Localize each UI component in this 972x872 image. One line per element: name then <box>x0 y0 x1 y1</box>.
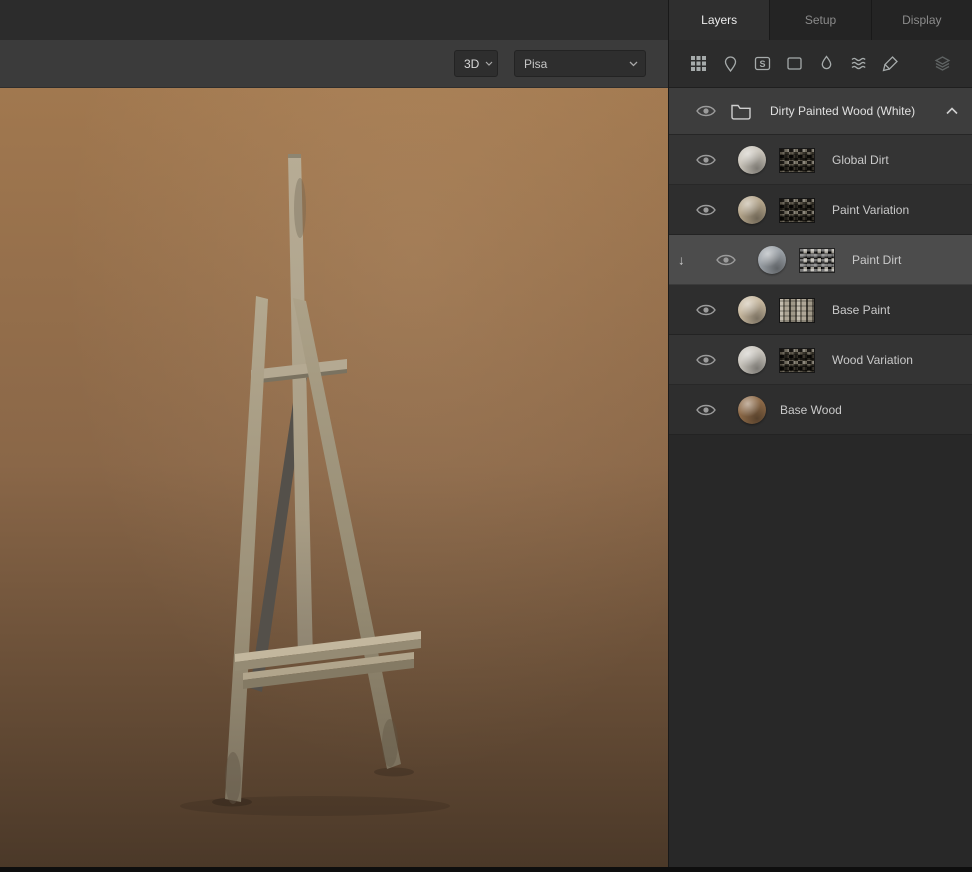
layer-actions-toolbar: S <box>669 40 972 88</box>
mask-thumbnail[interactable] <box>780 199 814 222</box>
material-sphere-thumbnail[interactable] <box>738 146 766 174</box>
layer-row-base-wood[interactable]: ↓ Base Wood <box>669 385 972 435</box>
smart-material-icon[interactable]: S <box>753 54 772 73</box>
layer-list: ↓ Global Dirt ↓ Paint Variation ↓ Paint … <box>669 135 972 435</box>
easel-3d-model <box>0 88 668 872</box>
chevron-up-icon[interactable] <box>946 107 958 115</box>
layer-label: Wood Variation <box>832 353 913 367</box>
eye-icon[interactable] <box>696 403 716 417</box>
mask-thumbnail[interactable] <box>780 299 814 322</box>
viewport-mode-dropdown[interactable]: 3D <box>454 50 498 77</box>
layer-label: Base Wood <box>780 403 842 417</box>
layer-label: Paint Dirt <box>852 253 901 267</box>
solid-layer-icon[interactable] <box>721 54 740 73</box>
tab-layers[interactable]: Layers <box>669 0 769 40</box>
3d-viewport[interactable] <box>0 88 668 872</box>
panel-tabbar: Layers Setup Display <box>669 0 972 40</box>
material-sphere-thumbnail[interactable] <box>738 346 766 374</box>
viewport-toolbar: 3D Pisa <box>0 40 668 88</box>
layer-row-global-dirt[interactable]: ↓ Global Dirt <box>669 135 972 185</box>
environment-dropdown[interactable]: Pisa <box>514 50 646 77</box>
mask-thumbnail[interactable] <box>780 149 814 172</box>
smudge-layer-icon[interactable] <box>849 54 868 73</box>
eye-icon[interactable] <box>716 253 736 267</box>
chevron-down-icon <box>485 61 493 66</box>
material-sphere-thumbnail[interactable] <box>738 296 766 324</box>
folder-icon <box>730 102 752 120</box>
layer-label: Base Paint <box>832 303 890 317</box>
eye-icon[interactable] <box>696 104 716 118</box>
liquid-layer-icon[interactable] <box>817 54 836 73</box>
paint-layer-icon[interactable] <box>881 54 900 73</box>
chevron-down-icon <box>629 61 638 67</box>
fill-layer-icon[interactable] <box>785 54 804 73</box>
mask-thumbnail[interactable] <box>800 249 834 272</box>
layer-group-header[interactable]: Dirty Painted Wood (White) <box>669 88 972 135</box>
material-sphere-thumbnail[interactable] <box>738 396 766 424</box>
layer-group-title: Dirty Painted Wood (White) <box>770 104 915 118</box>
tab-display[interactable]: Display <box>872 0 972 40</box>
viewport-mode-value: 3D <box>455 57 485 71</box>
layer-label: Global Dirt <box>832 153 889 167</box>
layer-row-paint-dirt[interactable]: ↓ Paint Dirt <box>669 235 972 285</box>
mask-thumbnail[interactable] <box>780 349 814 372</box>
drop-indicator: ↓ <box>678 253 685 268</box>
eye-icon[interactable] <box>696 303 716 317</box>
layer-label: Paint Variation <box>832 203 909 217</box>
svg-text:S: S <box>759 59 765 69</box>
material-sphere-thumbnail[interactable] <box>738 196 766 224</box>
layers-panel: Layers Setup Display S <box>668 0 972 872</box>
environment-value: Pisa <box>515 57 553 71</box>
surface-layer-icon[interactable] <box>689 54 708 73</box>
top-bar <box>0 0 668 40</box>
layer-row-wood-variation[interactable]: ↓ Wood Variation <box>669 335 972 385</box>
layer-row-base-paint[interactable]: ↓ Base Paint <box>669 285 972 335</box>
bottom-edge <box>0 867 972 872</box>
layer-row-paint-variation[interactable]: ↓ Paint Variation <box>669 185 972 235</box>
eye-icon[interactable] <box>696 203 716 217</box>
tab-setup[interactable]: Setup <box>770 0 870 40</box>
application-window: 3D Pisa <box>0 0 972 872</box>
material-sphere-thumbnail[interactable] <box>758 246 786 274</box>
layer-stack-icon[interactable] <box>933 54 952 73</box>
eye-icon[interactable] <box>696 353 716 367</box>
eye-icon[interactable] <box>696 153 716 167</box>
